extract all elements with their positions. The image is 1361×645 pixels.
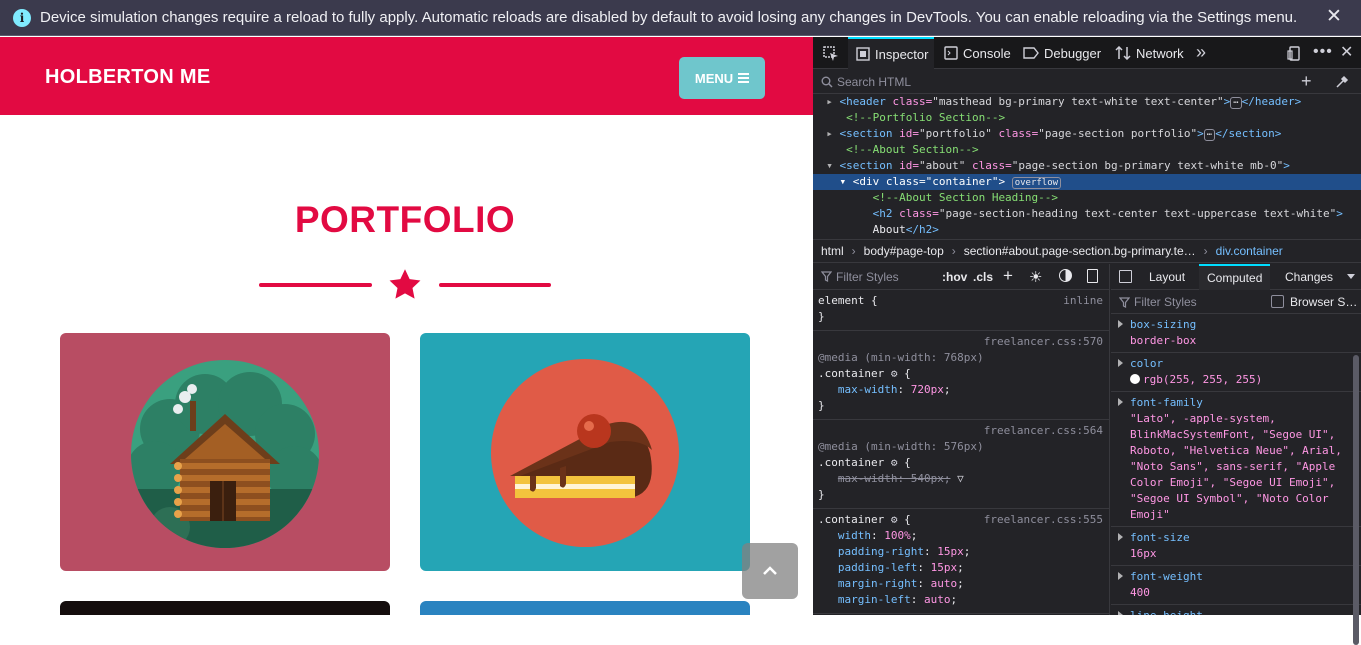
breadcrumb: html › body#page-top › section#about.page-… (813, 239, 1361, 263)
tab-network[interactable]: Network (1115, 37, 1184, 69)
chevron-up-icon (763, 566, 777, 575)
computed-property[interactable]: font-family "Lato", -apple-system, BlinkM… (1111, 392, 1361, 527)
more-tabs-icon[interactable]: » (1196, 42, 1206, 63)
markup-text-node[interactable]: About</h2> (813, 222, 1361, 238)
tab-layout[interactable]: Layout (1149, 264, 1185, 290)
computed-pane: Layout Computed Changes Filter Styles Br… (1111, 264, 1361, 615)
devtools-toolbar: Inspector Console Debugger Network » •••… (813, 37, 1361, 69)
tab-console[interactable]: Console (944, 37, 1011, 69)
css-rule-element: inline element { } (813, 290, 1109, 331)
rule-source[interactable]: freelancer.css:564 (984, 424, 1103, 437)
add-rule-icon[interactable]: + (1003, 266, 1013, 286)
hamburger-icon (738, 71, 750, 85)
cake-illustration (491, 359, 679, 547)
computed-property[interactable]: line-height (1111, 605, 1361, 615)
network-icon (1115, 46, 1131, 60)
css-rule-container-576: freelancer.css:564 @media (min-width: 57… (813, 420, 1109, 509)
search-icon (821, 76, 833, 88)
notification-message: Device simulation changes require a relo… (40, 9, 1298, 26)
console-icon (944, 46, 958, 60)
markup-comment[interactable]: <!--About Section Heading--> (813, 190, 1361, 206)
menu-label: MENU (694, 70, 734, 86)
breadcrumb-item[interactable]: body#page-top (856, 244, 952, 258)
computed-property[interactable]: font-size 16px (1111, 527, 1361, 566)
computed-filter-bar: Filter Styles Browser S… (1111, 290, 1361, 314)
tab-inspector[interactable]: Inspector (848, 37, 934, 69)
light-theme-icon[interactable]: ☀ (1029, 268, 1042, 286)
notification-bar: i Device simulation changes require a re… (0, 0, 1361, 36)
markup-comment[interactable]: <!--About Section--> (813, 142, 1361, 158)
browser-styles-label: Browser S… (1290, 295, 1358, 309)
breadcrumb-item-selected[interactable]: div.container (1208, 244, 1291, 258)
search-html-bar: Search HTML + (813, 70, 1361, 94)
portfolio-item-cabin[interactable] (60, 333, 390, 571)
markup-node-section-about[interactable]: ▾ <section id="about" class="page-sectio… (813, 158, 1361, 174)
search-html-input[interactable]: Search HTML (837, 75, 911, 89)
rules-pane: Filter Styles :hov .cls + ☀ inline eleme… (813, 264, 1110, 615)
page-viewport: HOLBERTON ME MENU PORTFOLIO (0, 37, 813, 615)
menu-button[interactable]: MENU (679, 57, 765, 99)
css-rule-container: freelancer.css:555 .container ⚙ { width:… (813, 509, 1109, 614)
breadcrumb-item[interactable]: html (813, 244, 852, 258)
tab-computed[interactable]: Computed (1199, 264, 1271, 290)
divider-line-right (439, 283, 551, 287)
computed-property[interactable]: box-sizing border-box (1111, 314, 1361, 353)
breadcrumb-item[interactable]: section#about.page-section.bg-primary.te… (956, 244, 1204, 258)
tab-debugger[interactable]: Debugger (1023, 37, 1101, 69)
portfolio-item-3[interactable] (60, 601, 390, 615)
add-node-icon[interactable]: + (1301, 71, 1312, 92)
tab-changes[interactable]: Changes (1285, 264, 1333, 290)
computed-property[interactable]: font-weight 400 (1111, 566, 1361, 605)
responsive-design-icon[interactable] (1287, 46, 1301, 64)
filter-styles-input[interactable]: Filter Styles (836, 270, 899, 284)
close-devtools-icon[interactable]: ✕ (1340, 42, 1353, 62)
devtools-panel: Inspector Console Debugger Network » •••… (813, 37, 1361, 645)
debugger-icon (1023, 47, 1039, 59)
css-rule-container-768: freelancer.css:570 @media (min-width: 76… (813, 331, 1109, 420)
dark-theme-icon[interactable] (1059, 269, 1072, 282)
browser-styles-checkbox[interactable] (1271, 295, 1284, 308)
eyedropper-icon[interactable] (1335, 75, 1349, 89)
info-icon: i (13, 8, 31, 27)
cabin-illustration (131, 360, 319, 548)
divider-line-left (259, 283, 372, 287)
rules-toolbar: Filter Styles :hov .cls + ☀ (813, 264, 1109, 290)
brand-link[interactable]: HOLBERTON ME (45, 66, 210, 89)
markup-view: ▸ <header class="masthead bg-primary tex… (813, 94, 1361, 239)
rule-source[interactable]: freelancer.css:570 (984, 335, 1103, 348)
overflow-badge[interactable]: overflow (1011, 177, 1062, 189)
computed-filter-input[interactable]: Filter Styles (1134, 295, 1197, 309)
chevron-down-icon[interactable] (1347, 274, 1355, 279)
star-icon (389, 269, 421, 299)
markup-node-div-container[interactable]: ▾ <div class="container"> overflow (813, 174, 1361, 190)
computed-scrollbar[interactable] (1353, 355, 1359, 645)
cls-toggle[interactable]: .cls (973, 270, 993, 284)
scroll-to-top-button[interactable] (742, 543, 798, 599)
inspector-icon (856, 47, 870, 61)
portfolio-heading: PORTFOLIO (294, 199, 516, 240)
rule-source[interactable]: inline (1063, 294, 1103, 307)
print-media-icon[interactable] (1087, 269, 1098, 283)
filter-icon[interactable]: ▽ (957, 472, 964, 485)
toggle-sidebar-icon[interactable] (1119, 270, 1132, 283)
rule-source[interactable]: freelancer.css:555 (984, 513, 1103, 526)
markup-comment[interactable]: <!--Portfolio Section--> (813, 110, 1361, 126)
computed-property[interactable]: color rgb(255, 255, 255) (1111, 353, 1361, 392)
close-icon[interactable]: ✕ (1323, 6, 1345, 28)
portfolio-item-cake[interactable] (420, 333, 750, 571)
portfolio-item-4[interactable] (420, 601, 750, 615)
hov-toggle[interactable]: :hov (942, 270, 967, 284)
sidebar-tabs: Layout Computed Changes (1111, 264, 1361, 290)
markup-node-header[interactable]: ▸ <header class="masthead bg-primary tex… (813, 94, 1361, 110)
element-picker-icon[interactable] (823, 46, 839, 62)
filter-icon (821, 271, 832, 282)
markup-node-section-portfolio[interactable]: ▸ <section id="portfolio" class="page-se… (813, 126, 1361, 142)
navbar: HOLBERTON ME MENU (0, 37, 813, 115)
overflow-menu-icon[interactable]: ••• (1313, 43, 1333, 61)
markup-node-h2[interactable]: <h2 class="page-section-heading text-cen… (813, 206, 1361, 222)
filter-icon (1119, 297, 1130, 308)
color-swatch[interactable] (1130, 374, 1140, 384)
